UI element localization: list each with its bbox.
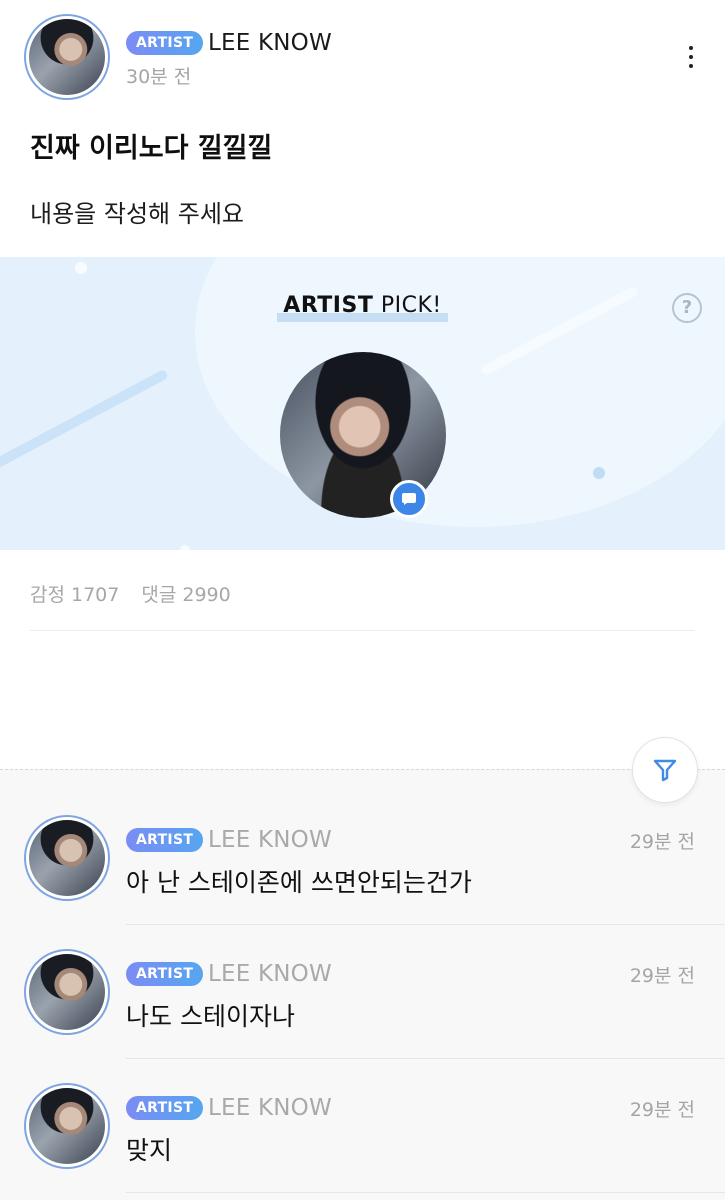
artist-badge: ARTIST (126, 31, 204, 55)
comment-item: ARTIST LEE KNOW 29분 전 맞지 (0, 1083, 725, 1200)
comment-time: 29분 전 (629, 1099, 695, 1121)
avatar-photo (29, 1088, 105, 1164)
chat-bubble-icon[interactable] (390, 480, 428, 518)
post-stats: 감정 1707 댓글 2990 (30, 580, 253, 607)
banner-decoration (75, 262, 87, 274)
comment-avatar[interactable] (24, 949, 110, 1035)
artist-pick-title: ARTIST PICK! (0, 293, 725, 322)
post-header: ARTIST LEE KNOW 30분 전 (0, 0, 725, 110)
comment-text: 나도 스테이자나 (126, 1002, 295, 1031)
comment-avatar[interactable] (24, 1083, 110, 1169)
filter-button[interactable] (632, 737, 698, 803)
divider (126, 1192, 725, 1193)
author-avatar[interactable] (24, 14, 110, 100)
artist-badge: ARTIST (126, 1096, 204, 1120)
chat-bubble-glyph (402, 493, 416, 505)
help-icon[interactable]: ? (672, 293, 702, 323)
author-name[interactable]: LEE KNOW (208, 30, 332, 56)
post-time: 30분 전 (126, 66, 192, 88)
post-title: 진짜 이리노다 낄낄낄 (30, 133, 273, 164)
more-vertical-icon[interactable] (680, 42, 702, 72)
artist-badge: ARTIST (126, 828, 204, 852)
comment-text: 맞지 (126, 1136, 173, 1165)
banner-decoration (593, 467, 605, 479)
artist-pick-title-rest: PICK! (373, 293, 442, 318)
divider (30, 630, 695, 631)
comment-author[interactable]: LEE KNOW (208, 1095, 332, 1121)
comment-time: 29분 전 (629, 831, 695, 853)
divider (126, 924, 725, 925)
avatar-photo (29, 954, 105, 1030)
artist-badge: ARTIST (126, 962, 204, 986)
comment-item: ARTIST LEE KNOW 29분 전 나도 스테이자나 (0, 949, 725, 1083)
comments-section: ARTIST LEE KNOW 29분 전 아 난 스테이존에 쓰면안되는건가 … (0, 769, 725, 1200)
reaction-count[interactable]: 감정 1707 (30, 584, 119, 606)
avatar-photo (29, 19, 105, 95)
comment-author[interactable]: LEE KNOW (208, 827, 332, 853)
post-body: 내용을 작성해 주세요 (30, 200, 244, 228)
banner-decoration (0, 368, 169, 472)
artist-pick-banner: ARTIST PICK! ? (0, 257, 725, 550)
comment-author[interactable]: LEE KNOW (208, 961, 332, 987)
banner-decoration (180, 545, 190, 550)
comment-text: 아 난 스테이존에 쓰면안되는건가 (126, 868, 472, 897)
comment-item: ARTIST LEE KNOW 29분 전 아 난 스테이존에 쓰면안되는건가 (0, 815, 725, 949)
avatar-photo (29, 820, 105, 896)
artist-pick-title-strong: ARTIST (283, 293, 374, 318)
comment-count[interactable]: 댓글 2990 (141, 584, 230, 606)
divider (126, 1058, 725, 1059)
filter-icon (653, 759, 677, 782)
comment-avatar[interactable] (24, 815, 110, 901)
comment-time: 29분 전 (629, 965, 695, 987)
